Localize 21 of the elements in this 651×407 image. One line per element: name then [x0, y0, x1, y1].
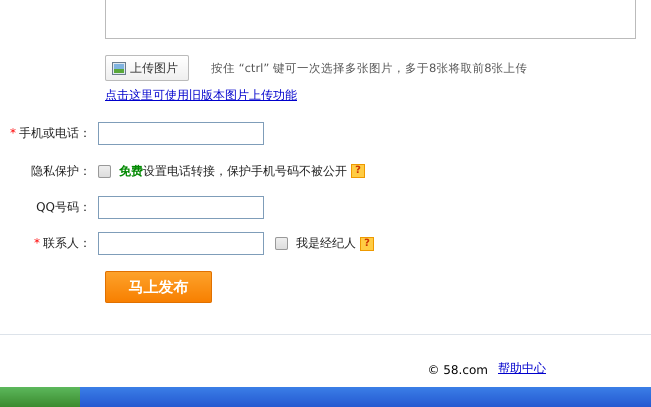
required-mark: *	[10, 126, 16, 140]
copyright-text: © 58.com	[427, 363, 488, 377]
field-label: QQ号码：	[36, 200, 91, 214]
upload-image-button[interactable]: 上传图片	[105, 55, 189, 81]
field-label: 联系人：	[43, 236, 91, 250]
required-mark: *	[34, 236, 40, 250]
field-label: 手机或电话：	[19, 126, 91, 140]
legacy-upload-link[interactable]: 点击这里可使用旧版本图片上传功能	[105, 87, 297, 104]
text-field[interactable]	[98, 196, 264, 219]
description-field[interactable]	[105, 0, 636, 39]
start-button[interactable]	[0, 387, 80, 407]
text-field[interactable]	[98, 232, 264, 255]
text-field[interactable]	[98, 122, 264, 145]
help-center-link[interactable]: 帮助中心	[498, 360, 546, 377]
image-icon	[112, 62, 126, 74]
field-label: 隐私保护：	[31, 164, 91, 178]
checkbox-label: 免费设置电话转接，保护手机号码不被公开	[119, 162, 347, 180]
checkbox-label: 我是经纪人	[296, 235, 356, 252]
checkbox[interactable]	[275, 237, 288, 250]
upload-hint: 按住 “ctrl” 键可一次选择多张图片，多于8张将取前8张上传	[211, 60, 528, 76]
checkbox[interactable]	[98, 164, 111, 178]
